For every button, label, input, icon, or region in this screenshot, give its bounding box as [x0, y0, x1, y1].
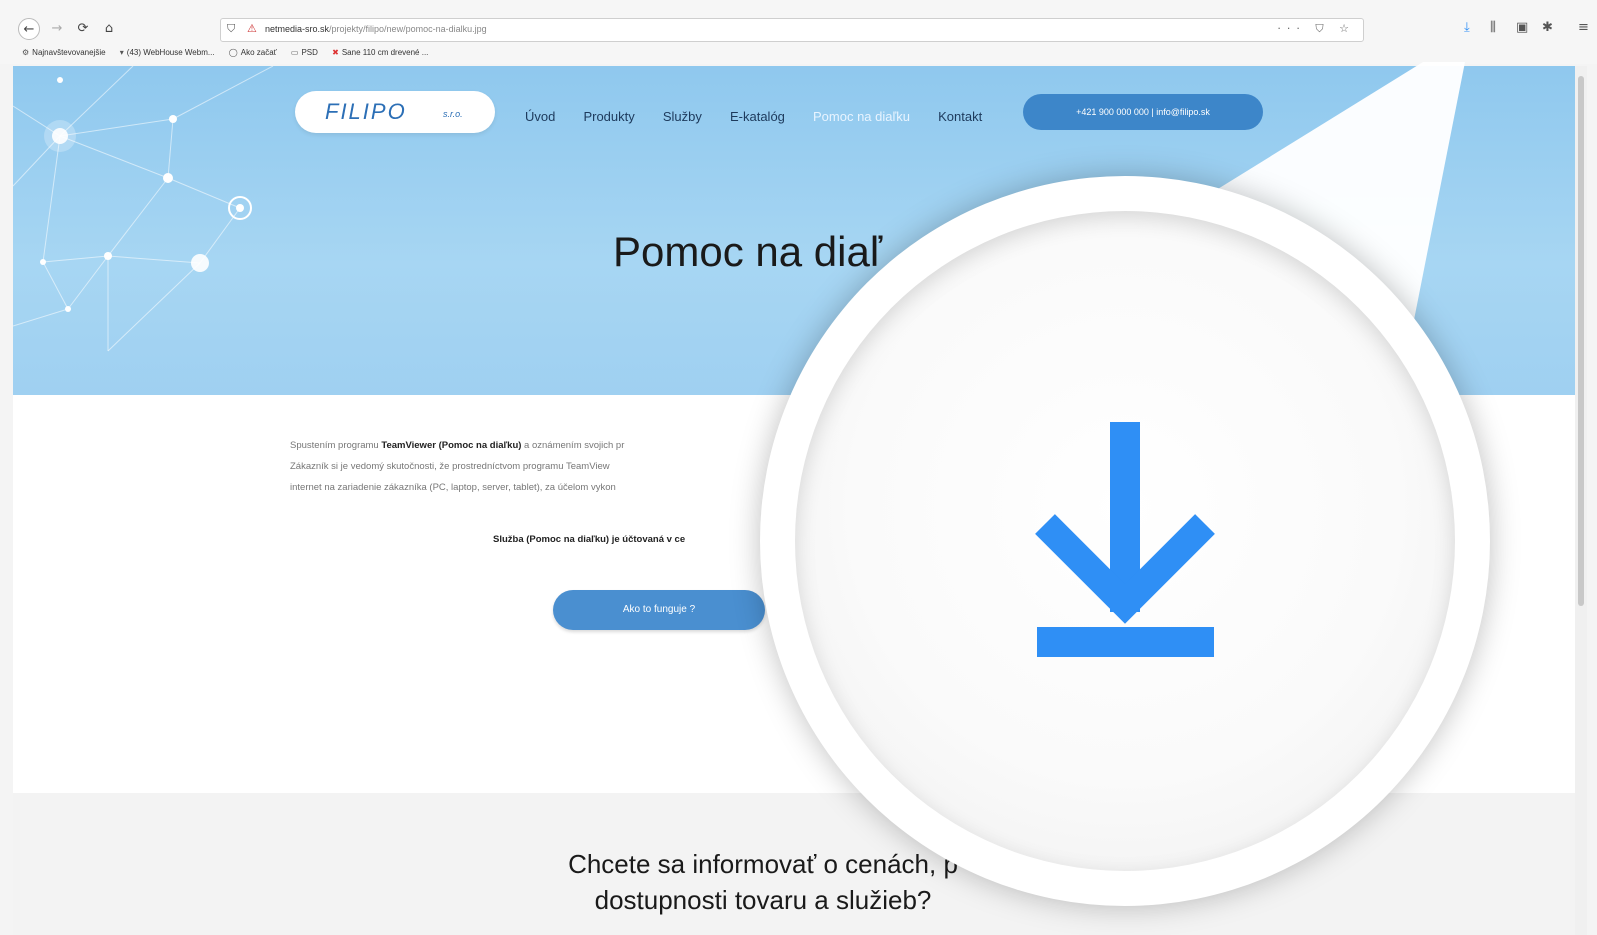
download-icon — [1035, 422, 1215, 657]
magnifier-circle — [760, 176, 1490, 906]
